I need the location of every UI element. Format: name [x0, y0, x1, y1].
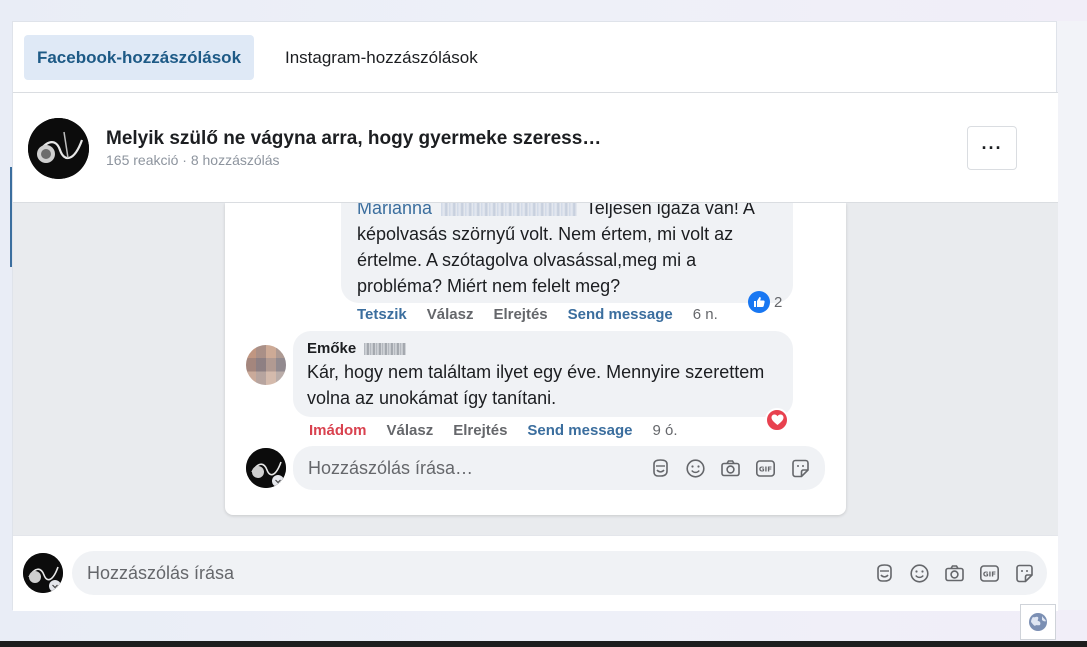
user-avatar-art-icon	[23, 553, 63, 593]
blurred-name	[364, 343, 407, 356]
user-avatar[interactable]	[246, 448, 286, 488]
heart-icon	[765, 408, 789, 432]
main-input-icons: GIF	[874, 563, 1035, 584]
sticker-icon[interactable]	[1014, 563, 1035, 584]
hide-action[interactable]: Elrejtés	[453, 422, 507, 439]
avatar-sticker-icon[interactable]	[650, 458, 671, 479]
post-header: Melyik szülő ne vágyna arra, hogy gyerme…	[13, 93, 1058, 203]
reaction-summary[interactable]	[765, 408, 789, 432]
comment-author-line: Emőke	[307, 339, 779, 359]
hide-action[interactable]: Elrejtés	[493, 306, 547, 323]
user-avatar[interactable]	[23, 553, 63, 593]
bottom-taskbar-strip	[0, 641, 1087, 647]
sticker-icon[interactable]	[790, 458, 811, 479]
language-globe-button[interactable]	[1020, 604, 1056, 640]
comment-text: képolvasás szörnyű volt. Nem értem, mi v…	[357, 224, 734, 296]
reaction-summary[interactable]: 2	[748, 291, 782, 313]
camera-icon[interactable]	[720, 458, 741, 479]
selection-indicator	[10, 167, 12, 267]
like-action[interactable]: Tetszik	[357, 306, 407, 323]
tab-facebook-comments[interactable]: Facebook-hozzászólások	[24, 35, 254, 80]
comment-bubble: Emőke Kár, hogy nem találtam ilyet egy é…	[293, 331, 793, 417]
comment-author[interactable]: Emőke	[307, 340, 356, 357]
reply-input[interactable]: Hozzászólás írása… GIF	[293, 446, 825, 490]
main-comment-composer: Hozzászólás írása GIF	[13, 535, 1058, 611]
main-comment-input[interactable]: Hozzászólás írása GIF	[72, 551, 1047, 595]
reaction-count: 2	[774, 293, 783, 311]
comment-actions: Imádom Válasz Elrejtés Send message 9 ó.	[309, 422, 698, 439]
comments-panel: Facebook-hozzászólások Instagram-hozzász…	[10, 21, 1058, 611]
emoji-icon[interactable]	[685, 458, 706, 479]
reply-input-icons: GIF	[650, 458, 811, 479]
svg-text:GIF: GIF	[983, 570, 996, 578]
globe-icon	[1029, 613, 1047, 631]
comment-timestamp[interactable]: 6 n.	[693, 306, 718, 323]
reply-action[interactable]: Válasz	[427, 306, 474, 323]
more-options-button[interactable]: ···	[967, 126, 1017, 170]
comment-actions: Tetszik Válasz Elrejtés Send message 6 n…	[357, 306, 738, 323]
reply-action[interactable]: Válasz	[387, 422, 434, 439]
commenter-avatar[interactable]	[246, 345, 286, 385]
svg-text:GIF: GIF	[759, 465, 772, 473]
tab-bar: Facebook-hozzászólások Instagram-hozzász…	[13, 22, 1058, 93]
comment-text: Kár, hogy nem találtam ilyet egy éve. Me…	[307, 362, 765, 408]
page-avatar[interactable]	[28, 118, 89, 179]
send-message-action[interactable]: Send message	[568, 306, 673, 323]
comment-timestamp[interactable]: 9 ó.	[652, 422, 677, 439]
camera-icon[interactable]	[944, 563, 965, 584]
comments-card: Marianna Teljesen igaza van! A képolvasá…	[225, 203, 846, 515]
post-meta: 165 reakció · 8 hozzászólás	[106, 152, 280, 168]
emoji-icon[interactable]	[909, 563, 930, 584]
main-comment-placeholder: Hozzászólás írása	[87, 562, 235, 583]
comments-scroll-area[interactable]: Marianna Teljesen igaza van! A képolvasá…	[13, 203, 1058, 535]
comment-bubble: Marianna Teljesen igaza van! A képolvasá…	[341, 203, 793, 303]
reply-input-placeholder: Hozzászólás írása…	[308, 457, 474, 478]
blurred-name	[441, 203, 578, 217]
right-edge-strip	[1057, 21, 1087, 610]
comment-text-first: Teljesen igaza van! A	[585, 203, 755, 218]
send-message-action[interactable]: Send message	[527, 422, 632, 439]
like-icon	[748, 291, 770, 313]
gif-icon[interactable]: GIF	[979, 563, 1000, 584]
love-action[interactable]: Imádom	[309, 422, 367, 439]
avatar-sticker-icon[interactable]	[874, 563, 895, 584]
comment-author[interactable]: Marianna	[357, 203, 432, 218]
user-avatar-art-icon	[246, 448, 286, 488]
gif-icon[interactable]: GIF	[755, 458, 776, 479]
tab-instagram-comments[interactable]: Instagram-hozzászólások	[285, 35, 478, 80]
post-title[interactable]: Melyik szülő ne vágyna arra, hogy gyerme…	[106, 128, 601, 150]
page-avatar-art-icon	[28, 118, 89, 179]
